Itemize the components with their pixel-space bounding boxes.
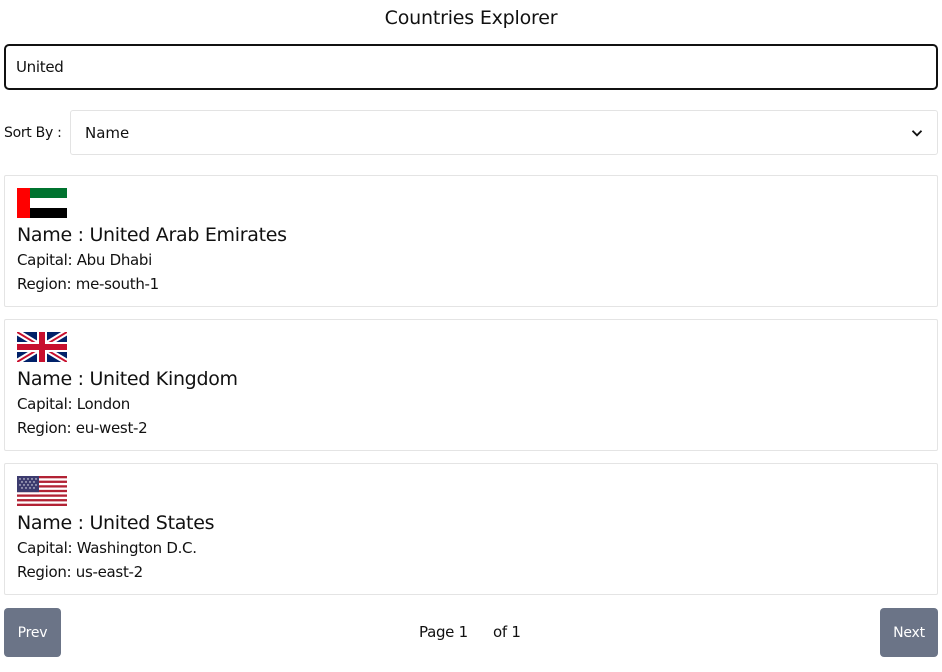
page-indicator: Page 1 xyxy=(419,623,468,641)
flag-uae-icon xyxy=(17,188,67,218)
country-region: Region: us-east-2 xyxy=(17,563,143,581)
country-capital: Capital: Abu Dhabi xyxy=(17,251,153,269)
flag-uk-icon xyxy=(17,332,67,362)
country-name: Name : United Arab Emirates xyxy=(17,224,287,246)
country-capital: Capital: London xyxy=(17,395,130,413)
flag-us-icon xyxy=(17,476,67,506)
country-region: Region: eu-west-2 xyxy=(17,419,148,437)
country-card: Name : United Kingdom Capital: London Re… xyxy=(4,319,938,451)
sort-label: Sort By : xyxy=(4,125,62,141)
search-input[interactable] xyxy=(4,44,938,90)
sort-selected-value: Name xyxy=(85,123,130,142)
country-capital: Capital: Washington D.C. xyxy=(17,539,197,557)
country-card: Name : United Arab Emirates Capital: Abu… xyxy=(4,175,938,307)
page-total: of 1 xyxy=(493,623,521,641)
page-title: Countries Explorer xyxy=(384,7,558,29)
next-button[interactable]: Next xyxy=(880,608,938,657)
country-card: Name : United States Capital: Washington… xyxy=(4,463,938,595)
country-name: Name : United Kingdom xyxy=(17,368,238,390)
prev-button[interactable]: Prev xyxy=(4,608,61,657)
sort-select[interactable]: Name xyxy=(70,110,938,155)
chevron-down-icon xyxy=(911,129,923,137)
country-region: Region: me-south-1 xyxy=(17,275,159,293)
country-name: Name : United States xyxy=(17,512,215,534)
